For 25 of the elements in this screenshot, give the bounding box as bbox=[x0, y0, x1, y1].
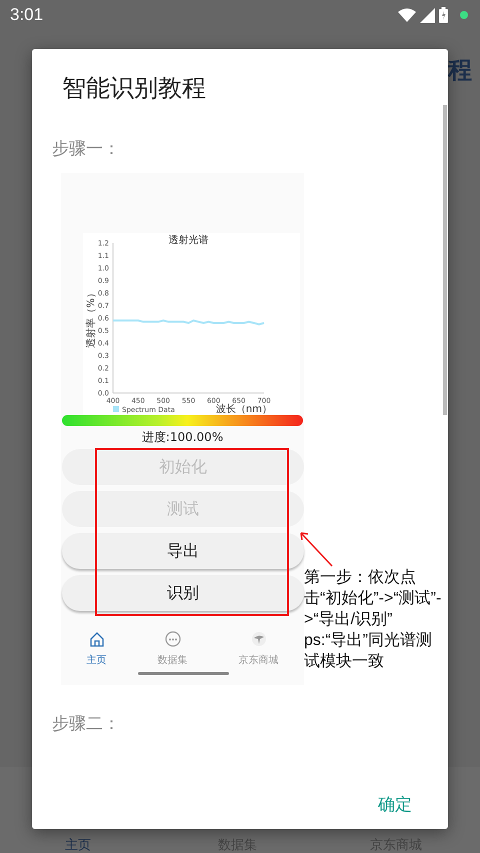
pointer-arrow bbox=[299, 531, 333, 567]
clock-time: 3:01 bbox=[10, 4, 44, 26]
chat-bubble-icon bbox=[164, 631, 180, 647]
battery-icon bbox=[439, 7, 448, 23]
dialog-title: 智能识别教程 bbox=[62, 73, 207, 103]
tab-label[interactable]: 数据集 bbox=[158, 655, 188, 667]
nav-tab[interactable]: 主页 bbox=[65, 836, 91, 853]
confirm-button[interactable]: 确定 bbox=[370, 789, 420, 822]
annotation-text: 第一步：依次点击“初始化”->“测试”->“导出/识别” ps:“导出”同光谱测试模块一致 bbox=[304, 568, 442, 672]
x-axis-label: 波长（nm） bbox=[216, 404, 272, 415]
home-icon bbox=[88, 631, 104, 647]
bird-icon bbox=[250, 631, 266, 647]
notification-dot-icon bbox=[460, 11, 468, 19]
action-button[interactable]: 导出 bbox=[62, 533, 304, 569]
step-heading: 步骤一： bbox=[52, 138, 121, 160]
page-title-fragment: 程 bbox=[448, 55, 472, 86]
tab-label[interactable]: 京东商城 bbox=[238, 655, 278, 667]
tab-label[interactable]: 主页 bbox=[86, 655, 106, 667]
signal-icon bbox=[420, 8, 435, 22]
action-button[interactable]: 识别 bbox=[62, 575, 304, 611]
progress-label: 进度:100.00% bbox=[140, 429, 224, 446]
y-axis-label: 透射率（%） bbox=[86, 288, 97, 348]
step-heading: 步骤二： bbox=[52, 713, 121, 735]
chart-title: 透射光谱 bbox=[168, 235, 208, 246]
wifi-icon bbox=[398, 8, 416, 22]
